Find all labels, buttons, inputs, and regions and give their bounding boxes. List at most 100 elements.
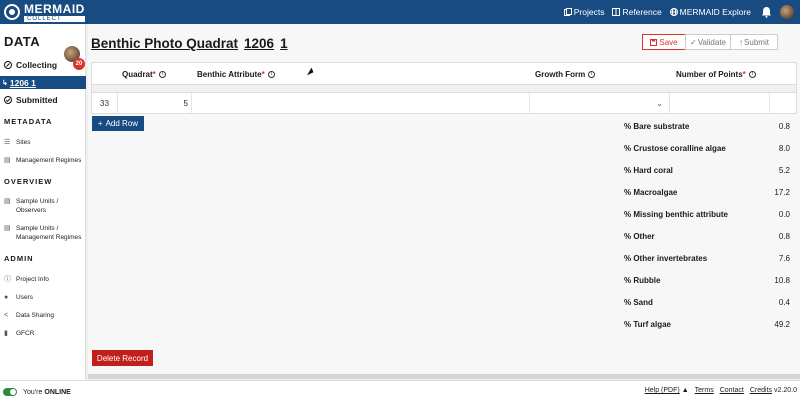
page-title: Benthic Photo Quadrat 1206 1: [91, 36, 288, 51]
sidebar-section-admin: ADMIN: [4, 254, 34, 263]
collecting-count-badge: 20: [73, 58, 85, 70]
user-avatar[interactable]: [780, 5, 794, 19]
info-icon[interactable]: i: [158, 71, 166, 78]
submit-button[interactable]: ↑ Submit: [730, 34, 778, 50]
summary-row: % Other 0.8: [624, 232, 790, 241]
header-benthic-attribute-label: Benthic Attribute: [197, 70, 262, 79]
nav-projects[interactable]: Projects: [563, 7, 605, 17]
sidebar-link-sample-units-management-regimes-label: Sample Units / Management Regimes: [16, 225, 82, 241]
globe-icon: [669, 8, 678, 16]
horizontal-scrollbar[interactable]: [88, 374, 800, 379]
map-marker-icon: ☰: [4, 139, 11, 146]
table-header: Quadrat * i Benthic Attribute * i Growth For…: [92, 63, 796, 85]
table-icon: ▤: [4, 198, 11, 205]
sidebar-link-management-regimes-label: Management Regimes: [16, 157, 82, 164]
logo-title: MERMAID: [24, 1, 85, 16]
summary-label: % Turf algae: [624, 320, 671, 329]
bell-icon[interactable]: [761, 6, 772, 18]
row-number: 33: [92, 93, 118, 113]
header-growth-form: Growth Form i: [535, 70, 596, 79]
upload-icon: ↑: [739, 37, 744, 47]
nav-reference[interactable]: Reference: [612, 7, 662, 17]
users-icon: ●: [4, 294, 9, 301]
sidebar-title: DATA: [4, 34, 41, 49]
summary-value: 0.0: [778, 210, 790, 219]
gfcr-icon: ▮: [4, 330, 8, 337]
check-icon: ✓: [689, 37, 697, 47]
benthic-attribute-input[interactable]: [192, 93, 530, 113]
number-of-points-input[interactable]: [670, 93, 770, 113]
summary-row: % Missing benthic attribute 0.0: [624, 210, 790, 219]
required-marker: *: [152, 70, 156, 79]
summary-value: 7.6: [778, 254, 790, 263]
summary-value: 0.8: [778, 122, 790, 131]
sidebar-link-sites[interactable]: ☰ Sites: [4, 138, 30, 147]
nav-projects-label: Projects: [573, 7, 605, 17]
chevron-down-icon: ⌄: [656, 98, 663, 108]
required-marker: *: [742, 70, 746, 79]
sidebar-link-sample-units-management-regimes[interactable]: ▤ Sample Units / Management Regimes: [4, 224, 86, 242]
add-row-button-label: Add Row: [105, 119, 139, 128]
sidebar-item-current-record[interactable]: ↳ 1206 1: [0, 76, 86, 89]
save-icon: [650, 38, 658, 46]
delete-record-button[interactable]: Delete Record: [92, 350, 153, 366]
summary-value: 0.8: [778, 232, 790, 241]
sidebar-link-data-sharing[interactable]: < Data Sharing: [4, 311, 54, 320]
sidebar-link-users-label: Users: [16, 294, 33, 301]
summary-label: % Other invertebrates: [624, 254, 708, 263]
observations-table: Quadrat * i Benthic Attribute * i Growth For…: [91, 62, 797, 114]
sidebar-item-submitted[interactable]: Submitted: [4, 95, 58, 105]
validate-button[interactable]: ✓ Validate: [685, 34, 731, 50]
growth-form-select[interactable]: ⌄: [530, 93, 670, 113]
summary-value: 17.2: [774, 188, 790, 197]
book-icon: [612, 8, 621, 16]
projects-icon: [563, 8, 572, 16]
check-circle-icon: [4, 96, 12, 104]
summary-label: % Sand: [624, 298, 653, 307]
validate-button-label: Validate: [697, 37, 727, 47]
app-version: v2.20.0: [774, 387, 797, 394]
help-pdf-link[interactable]: Help (PDF): [645, 387, 680, 394]
table-icon: ▤: [4, 225, 11, 232]
credits-link[interactable]: Credits: [750, 387, 772, 394]
sidebar-link-gfcr[interactable]: ▮ GFCR: [4, 329, 34, 338]
header-quadrat: Quadrat * i: [122, 70, 166, 79]
summary-row: % Turf algae 49.2: [624, 320, 790, 329]
header-benthic-attribute: Benthic Attribute * i: [197, 70, 275, 79]
summary-row: % Crustose coralline algae 8.0: [624, 144, 790, 153]
table-row: 33 5 ⌄: [92, 93, 796, 113]
sidebar-link-management-regimes[interactable]: ▤ Management Regimes: [4, 156, 81, 165]
info-icon[interactable]: i: [748, 71, 756, 78]
nav-reference-label: Reference: [622, 7, 662, 17]
save-button-label: Save: [659, 37, 678, 47]
info-icon[interactable]: i: [588, 71, 596, 78]
sidebar-item-collecting[interactable]: Collecting: [4, 60, 57, 70]
sidebar-section-metadata: METADATA: [4, 117, 53, 126]
sidebar-link-users[interactable]: ● Users: [4, 293, 33, 302]
sidebar-link-project-info[interactable]: ⓘ Project Info: [4, 275, 49, 284]
mermaid-logo[interactable]: MERMAID COLLECT: [4, 3, 85, 22]
summary-value: 0.4: [778, 298, 790, 307]
save-button[interactable]: Save: [642, 34, 686, 50]
online-toggle[interactable]: [3, 388, 17, 396]
sidebar-link-sample-units-observers[interactable]: ▤ Sample Units / Observers: [4, 197, 84, 215]
sidebar-item-collecting-label: Collecting: [16, 60, 58, 70]
page-title-site: 1206: [244, 36, 275, 51]
sidebar-link-data-sharing-label: Data Sharing: [16, 312, 54, 319]
sidebar-link-sites-label: Sites: [16, 139, 31, 146]
add-row-button[interactable]: + Add Row: [92, 116, 144, 131]
record-actions: Save ✓ Validate ↑ Submit: [642, 34, 778, 50]
terms-link[interactable]: Terms: [695, 387, 714, 394]
page-title-protocol: Benthic Photo Quadrat: [91, 36, 239, 51]
summary-label: % Other: [624, 232, 655, 241]
top-nav: Projects Reference MERMAID Explore: [556, 0, 800, 24]
sidebar-link-project-info-label: Project Info: [16, 276, 49, 283]
contact-link[interactable]: Contact: [720, 387, 744, 394]
nav-explore[interactable]: MERMAID Explore: [669, 7, 751, 17]
sub-arrow-icon: ↳: [2, 79, 8, 87]
quadrat-input[interactable]: 5: [118, 93, 192, 113]
info-icon[interactable]: i: [267, 71, 275, 78]
table-divider: [92, 85, 796, 93]
summary-value: 10.8: [774, 276, 790, 285]
main-content: Benthic Photo Quadrat 1206 1 Save ✓ Valida…: [88, 24, 800, 374]
